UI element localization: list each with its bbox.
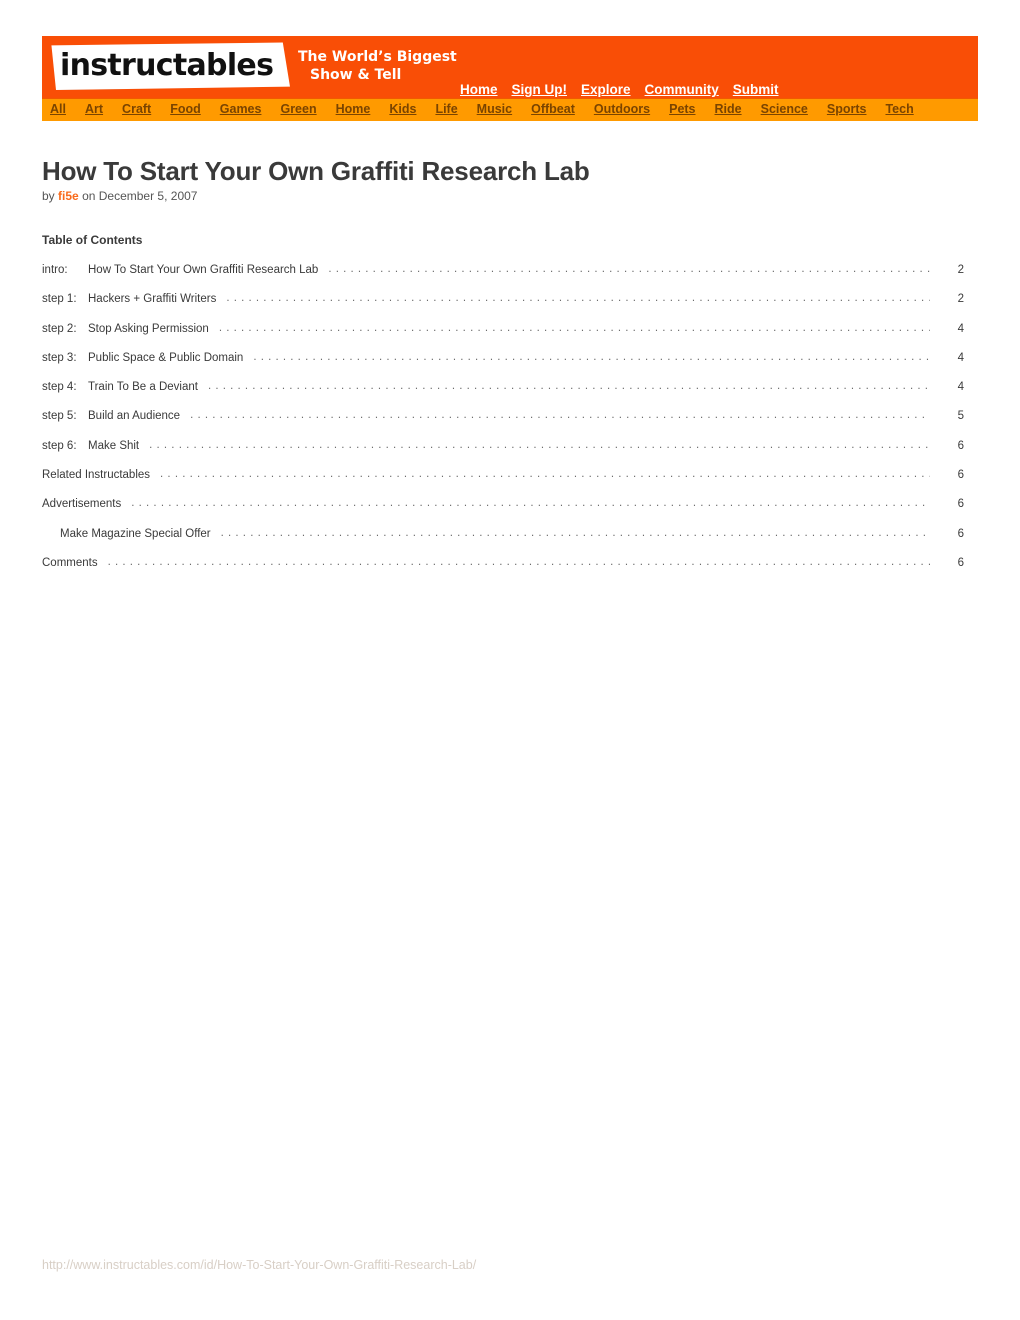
toc-entry-title: Comments: [42, 556, 98, 569]
nav-link-submit[interactable]: Submit: [733, 82, 779, 97]
toc-entry-title: Stop Asking Permission: [88, 322, 209, 335]
toc-entry-step-5[interactable]: step 5: Build an Audience 5: [42, 409, 964, 438]
toc-entry-advertisements[interactable]: Advertisements 6: [42, 497, 964, 526]
logo-wordmark: instructables: [60, 48, 274, 83]
toc-entry-page: 6: [957, 498, 964, 511]
toc-entry-title: Make Shit: [88, 439, 140, 452]
toc-entry-title: Make Magazine Special Offer: [60, 527, 211, 540]
toc-entry-title: Advertisements: [42, 498, 122, 511]
site-logo[interactable]: instructables: [50, 42, 290, 90]
toc-entry-comments[interactable]: Comments 6: [42, 556, 964, 585]
toc-entry-label: intro:: [42, 264, 68, 276]
category-link-music[interactable]: Music: [477, 102, 512, 116]
toc-entry-step-3[interactable]: step 3: Public Space & Public Domain 4: [42, 351, 964, 380]
category-link-craft[interactable]: Craft: [122, 102, 151, 116]
toc-dot-leader: [108, 556, 930, 566]
toc-entry-page: 2: [957, 264, 964, 276]
toc-dot-leader: [131, 497, 930, 507]
toc-dot-leader: [219, 322, 930, 332]
toc-entry-title: Train To Be a Deviant: [88, 381, 198, 394]
category-link-life[interactable]: Life: [435, 102, 457, 116]
toc-entry-label: step 3:: [42, 351, 77, 364]
site-tagline: The World’s Biggest Show & Tell: [298, 48, 457, 84]
toc-entry-title: Related Instructables: [42, 469, 151, 482]
tagline-line-1: The World’s Biggest: [298, 49, 457, 65]
toc-entry-page: 6: [957, 469, 964, 482]
toc-dot-leader: [190, 409, 930, 419]
toc-dot-leader: [208, 380, 930, 390]
toc-dot-leader: [226, 292, 930, 302]
toc-heading: Table of Contents: [42, 233, 143, 247]
toc-entry-page: 4: [957, 381, 964, 394]
document-page: instructables The World’s Biggest Show &…: [0, 0, 1020, 1320]
toc-dot-leader: [253, 351, 930, 361]
category-link-pets[interactable]: Pets: [669, 102, 695, 116]
toc-dot-leader: [160, 468, 930, 478]
toc-entry-label: step 2:: [42, 322, 77, 335]
toc-entry-page: 4: [957, 351, 964, 364]
category-link-offbeat[interactable]: Offbeat: [531, 102, 575, 116]
toc-dot-leader: [328, 263, 930, 273]
toc-entry-label: step 6:: [42, 439, 77, 452]
header-top-bar: instructables The World’s Biggest Show &…: [42, 36, 978, 98]
toc-entry-page: 4: [957, 322, 964, 335]
toc-entry-make-magazine-special-offer[interactable]: Make Magazine Special Offer 6: [42, 527, 964, 556]
toc-entry-intro[interactable]: intro: How To Start Your Own Graffiti Re…: [42, 263, 964, 292]
byline-date: on December 5, 2007: [82, 189, 198, 203]
toc-entry-step-6[interactable]: step 6: Make Shit 6: [42, 439, 964, 468]
category-link-tech[interactable]: Tech: [885, 102, 913, 116]
category-link-ride[interactable]: Ride: [715, 102, 742, 116]
category-link-all[interactable]: All: [50, 102, 66, 116]
author-link[interactable]: fi5e: [58, 189, 79, 203]
category-link-kids[interactable]: Kids: [389, 102, 416, 116]
category-link-home[interactable]: Home: [336, 102, 371, 116]
primary-nav: Home Sign Up! Explore Community Submit: [460, 82, 779, 97]
toc-entry-label: step 1:: [42, 293, 77, 306]
toc-entry-step-2[interactable]: step 2: Stop Asking Permission 4: [42, 322, 964, 351]
site-header: instructables The World’s Biggest Show &…: [42, 36, 978, 121]
category-link-outdoors[interactable]: Outdoors: [594, 102, 650, 116]
category-link-sports[interactable]: Sports: [827, 102, 867, 116]
toc-entry-page: 6: [957, 556, 964, 569]
category-link-art[interactable]: Art: [85, 102, 103, 116]
category-link-science[interactable]: Science: [761, 102, 808, 116]
footer-source-url: http://www.instructables.com/id/How-To-S…: [42, 1258, 477, 1272]
category-nav-bar: All Art Craft Food Games Green Home Kids…: [42, 98, 978, 121]
toc-entry-page: 5: [957, 410, 964, 423]
nav-link-explore[interactable]: Explore: [581, 82, 631, 97]
toc-dot-leader: [221, 527, 930, 537]
article-byline: by fi5e on December 5, 2007: [42, 189, 197, 203]
toc-entry-page: 6: [957, 527, 964, 540]
toc-entry-title: Hackers + Graffiti Writers: [88, 293, 217, 306]
toc-entry-page: 2: [957, 293, 964, 306]
byline-prefix: by: [42, 189, 55, 203]
toc-entry-label: step 4:: [42, 381, 77, 394]
toc-entry-page: 6: [957, 439, 964, 452]
toc-entry-related-instructables[interactable]: Related Instructables 6: [42, 468, 964, 497]
toc-entry-title: How To Start Your Own Graffiti Research …: [88, 264, 319, 276]
category-link-green[interactable]: Green: [280, 102, 316, 116]
toc-entry-label: step 5:: [42, 410, 77, 423]
category-nav: All Art Craft Food Games Green Home Kids…: [50, 102, 914, 116]
nav-link-home[interactable]: Home: [460, 82, 498, 97]
toc-entry-step-4[interactable]: step 4: Train To Be a Deviant 4: [42, 380, 964, 409]
toc-entry-title: Build an Audience: [88, 410, 181, 423]
table-of-contents: intro: How To Start Your Own Graffiti Re…: [42, 263, 964, 585]
page-title: How To Start Your Own Graffiti Research …: [42, 156, 590, 186]
category-link-food[interactable]: Food: [170, 102, 201, 116]
nav-link-sign-up[interactable]: Sign Up!: [512, 82, 568, 97]
toc-dot-leader: [149, 439, 930, 449]
tagline-line-2: Show & Tell: [310, 67, 402, 83]
nav-link-community[interactable]: Community: [645, 82, 719, 97]
toc-entry-step-1[interactable]: step 1: Hackers + Graffiti Writers 2: [42, 292, 964, 321]
category-link-games[interactable]: Games: [220, 102, 262, 116]
toc-entry-title: Public Space & Public Domain: [88, 351, 244, 364]
